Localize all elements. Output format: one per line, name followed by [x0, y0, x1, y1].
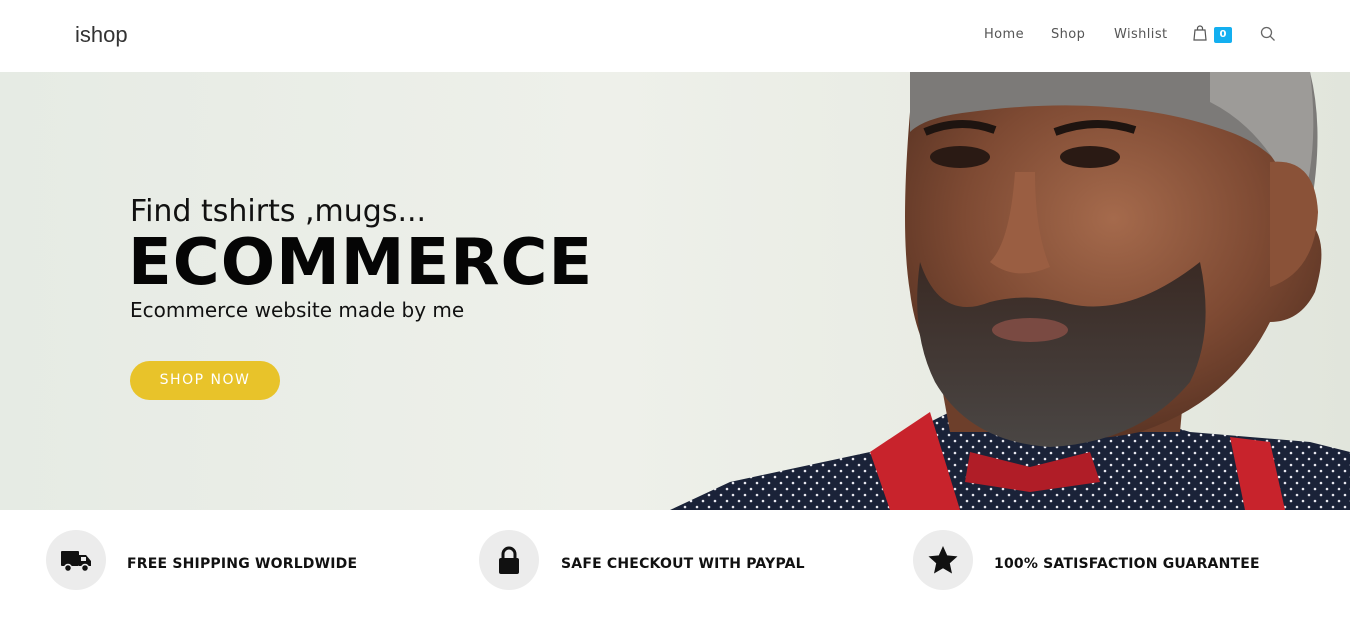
hero-model-image — [670, 72, 1350, 510]
cart-button[interactable]: 0 — [1193, 25, 1233, 45]
nav-wishlist[interactable]: Wishlist — [1114, 27, 1168, 42]
star-icon — [928, 546, 958, 574]
search-icon[interactable] — [1260, 26, 1276, 42]
feature-shipping: FREE SHIPPING WORLDWIDE — [46, 530, 366, 590]
feature-label: SAFE CHECKOUT WITH PAYPAL — [561, 556, 805, 572]
truck-icon — [61, 551, 91, 573]
site-logo[interactable]: ishop — [75, 22, 128, 48]
feature-checkout: SAFE CHECKOUT WITH PAYPAL — [479, 530, 805, 590]
lock-icon — [499, 546, 519, 574]
hero-title: ECOMMERCE — [128, 226, 594, 300]
feature-label: 100% SATISFACTION GUARANTEE — [994, 556, 1260, 572]
feature-icon-circle — [913, 530, 973, 590]
shop-now-button[interactable]: SHOP NOW — [130, 361, 280, 400]
hero-banner: Find tshirts ,mugs... ECOMMERCE Ecommerc… — [0, 72, 1350, 510]
nav-shop[interactable]: Shop — [1051, 27, 1085, 42]
shopping-bag-icon — [1193, 25, 1207, 41]
nav-home[interactable]: Home — [984, 27, 1024, 42]
hero-description: Ecommerce website made by me — [130, 298, 465, 322]
features-bar: FREE SHIPPING WORLDWIDE SAFE CHECKOUT WI… — [0, 510, 1350, 617]
feature-satisfaction: 100% SATISFACTION GUARANTEE — [913, 530, 1260, 590]
feature-label: FREE SHIPPING WORLDWIDE — [127, 556, 358, 572]
feature-icon-circle — [46, 530, 106, 590]
feature-icon-circle — [479, 530, 539, 590]
site-header: ishop Home Shop Wishlist 0 — [0, 0, 1350, 72]
cart-count-badge: 0 — [1214, 27, 1232, 43]
hero-subtitle: Find tshirts ,mugs... — [130, 194, 427, 229]
